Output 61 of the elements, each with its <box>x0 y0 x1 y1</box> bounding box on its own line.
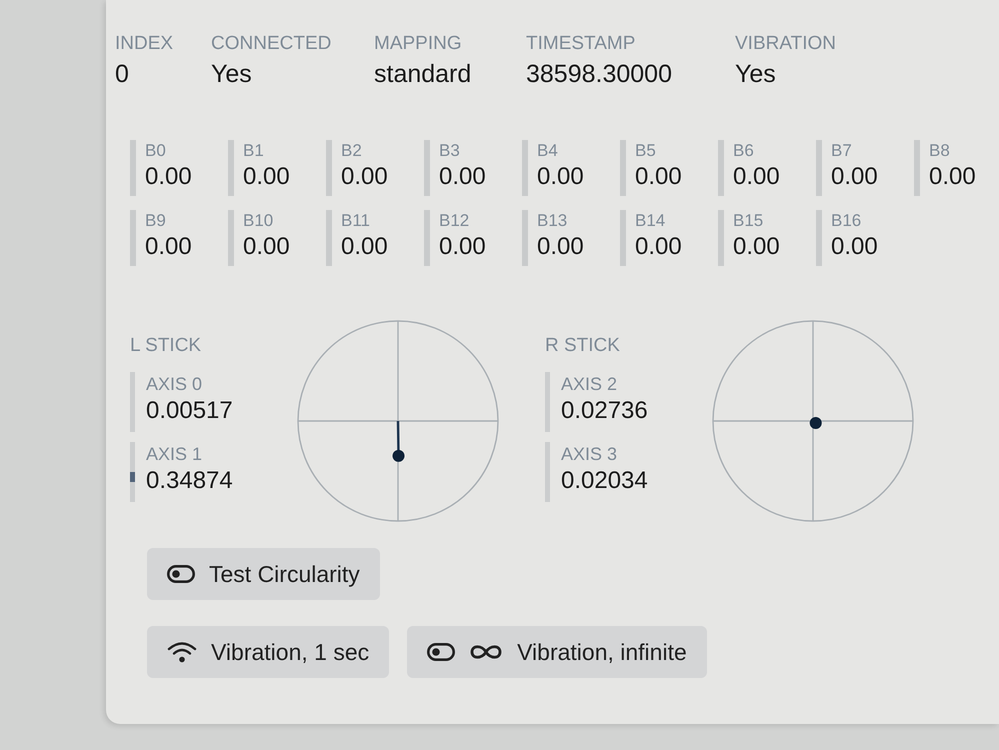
axis-label: AXIS 0 <box>146 373 202 396</box>
wifi-icon <box>167 641 197 663</box>
action-button[interactable]: Vibration, 1 sec <box>147 626 390 678</box>
field-value: 38598.30000 <box>526 59 672 90</box>
axis-value: 0.34874 <box>146 466 233 496</box>
stick-pointer <box>392 420 405 462</box>
button-value: 0.00 <box>733 162 780 192</box>
button-label: B16 <box>831 210 862 232</box>
button-label: B13 <box>537 210 568 232</box>
button-label: B4 <box>537 140 558 162</box>
button-label: B2 <box>341 140 362 162</box>
button-value: 0.00 <box>635 232 682 262</box>
button-label: B15 <box>733 210 764 232</box>
button-label: B14 <box>635 210 666 232</box>
field-label: VIBRATION <box>735 32 836 56</box>
axis-label: AXIS 1 <box>146 443 202 466</box>
button-value: 0.00 <box>831 232 878 262</box>
button-value: 0.00 <box>635 162 682 192</box>
axis-value: 0.02736 <box>561 396 648 426</box>
button-value: 0.00 <box>439 232 486 262</box>
axis-value: 0.02034 <box>561 466 648 496</box>
axis-value: 0.00517 <box>146 396 233 426</box>
stick-title: R STICK <box>545 334 620 358</box>
button-label: B3 <box>439 140 460 162</box>
stick-title: L STICK <box>130 334 202 358</box>
action-button[interactable]: Vibration, infinite <box>407 626 707 678</box>
button-value: 0.00 <box>341 162 388 192</box>
button-value: 0.00 <box>929 162 976 192</box>
stick-pointer <box>810 417 822 430</box>
button-value: 0.00 <box>831 162 878 192</box>
button-value: 0.00 <box>537 162 584 192</box>
button-label: B1 <box>243 140 264 162</box>
button-label: B7 <box>831 140 852 162</box>
button-value: 0.00 <box>439 162 486 192</box>
button-value: 0.00 <box>733 232 780 262</box>
button-label: B12 <box>439 210 470 232</box>
button-label: B10 <box>243 210 274 232</box>
button-value: 0.00 <box>243 162 290 192</box>
action-button[interactable]: Test Circularity <box>147 548 380 600</box>
axis-label: AXIS 3 <box>561 443 618 466</box>
button-label: B5 <box>635 140 656 162</box>
infinity-icon <box>469 643 504 661</box>
button-value: 0.00 <box>341 232 388 262</box>
button-value: 0.00 <box>537 232 584 262</box>
field-value: Yes <box>735 59 776 90</box>
button-label: B0 <box>145 140 166 162</box>
button-value: 0.00 <box>145 232 192 262</box>
button-value: 0.00 <box>145 162 192 192</box>
button-label: B8 <box>929 140 950 162</box>
field-value: 0 <box>115 59 129 90</box>
axis-label: AXIS 2 <box>561 373 618 396</box>
field-label: CONNECTED <box>211 32 332 56</box>
field-value: standard <box>374 59 472 90</box>
button-label: B11 <box>341 210 370 232</box>
field-value: Yes <box>211 59 252 90</box>
field-label: MAPPING <box>374 32 462 56</box>
field-label: TIMESTAMP <box>526 32 636 56</box>
button-value: 0.00 <box>243 232 290 262</box>
field-label: INDEX <box>115 32 174 56</box>
button-label: B6 <box>733 140 754 162</box>
button-label: B9 <box>145 210 166 232</box>
